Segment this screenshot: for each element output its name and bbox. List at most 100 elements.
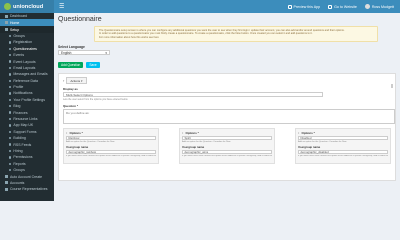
circle-icon	[9, 85, 12, 89]
usergroup-input[interactable]: demographic_disabled	[298, 149, 388, 155]
logo[interactable]: unioncloud	[0, 0, 54, 13]
alert-line-3[interactable]: For more information about how this work…	[99, 36, 373, 39]
circle-icon	[9, 47, 12, 50]
sidebar: Dashboard Home Setup Groups Registration Ques…	[0, 13, 54, 201]
sidebar-item-label: Email Layouts	[13, 65, 36, 70]
logo-text: unioncloud	[13, 3, 44, 10]
info-alert: The Questionnaire setup screen is where …	[94, 26, 378, 42]
display-as-help: Lets the user select from the options yo…	[63, 98, 128, 102]
save-button[interactable]: Save	[86, 62, 100, 69]
option-header: ↕ Options *	[298, 131, 388, 135]
option-box: ↕ Options * Spirit Add an option for the Qu…	[179, 128, 275, 165]
options-columns: ↕ Options * Rainbow Add an option for the Q…	[63, 128, 391, 165]
preview-app-link[interactable]: Preview this App	[287, 4, 321, 9]
option-help: Add an option for the Question - Freedom…	[182, 141, 231, 144]
option-value-input[interactable]: Rainbow	[66, 135, 156, 141]
chevron-down-icon: ▾	[81, 78, 83, 83]
menu-item-icon	[5, 187, 8, 191]
go-to-website-link[interactable]: Go to Website	[328, 4, 357, 9]
sidebar-item-label: Events	[13, 53, 25, 58]
circle-icon	[9, 41, 12, 44]
language-select-value: English	[61, 50, 72, 55]
action-buttons: Add Question Save	[58, 62, 396, 69]
usergroup-input[interactable]: demographic_aims	[182, 149, 272, 155]
option-value-input[interactable]: Disabled	[298, 135, 388, 141]
sidebar-item-label: Reports	[13, 161, 26, 166]
globe-icon	[328, 4, 333, 9]
question-panel-header: › Actions ▾	[63, 77, 391, 85]
display-as-select[interactable]: Multi-Select Options	[63, 92, 323, 98]
hamburger-icon[interactable]: ☰	[59, 3, 64, 10]
preview-app-label: Preview this App	[293, 4, 321, 9]
display-as-label: Display as	[63, 87, 78, 92]
menu-item-icon	[5, 21, 8, 25]
preview-icon	[287, 4, 292, 9]
menu-item-icon	[5, 181, 8, 185]
option-value-input[interactable]: Spirit	[182, 135, 272, 141]
user-name: Ross Mudgett	[371, 4, 394, 9]
option-header: ↕ Options *	[66, 131, 156, 135]
usergroup-input[interactable]: demographic_rainbow	[66, 149, 156, 155]
sidebar-item-label: Questionnaires	[13, 46, 37, 51]
question-label: Question *	[63, 104, 79, 109]
sidebar-item-label: Finances	[13, 110, 28, 115]
top-right-menu: Preview this App Go to Website Ross Mudg…	[287, 4, 400, 9]
sidebar-item-label: Accounts	[10, 180, 25, 185]
sidebar-item-label: Blog	[13, 104, 21, 109]
question-textarea[interactable]: Do you define as:	[63, 109, 395, 125]
circle-icon	[9, 149, 12, 153]
sidebar-item-label: App Map UK	[13, 123, 34, 128]
option-header-label: Options *	[185, 130, 199, 135]
language-select[interactable]: English ▾	[58, 50, 110, 56]
menu-item-icon	[5, 28, 8, 32]
usergroup-help: If you want users who choose this option…	[182, 154, 272, 157]
circle-icon	[9, 156, 12, 159]
sidebar-item-label: Building	[13, 136, 26, 141]
add-question-button[interactable]: Add Question	[58, 62, 84, 69]
circle-icon	[9, 137, 12, 140]
top-navbar: unioncloud ☰ Preview this App Go to Webs…	[0, 0, 400, 13]
option-box: ↕ Options * Disabled Add an option for the …	[295, 128, 391, 165]
sidebar-item[interactable]: Home	[0, 19, 54, 27]
select-language-label: Select Language	[58, 44, 85, 49]
sidebar-item-label: RSS Feeds	[13, 142, 32, 147]
logo-mark-icon	[4, 3, 11, 10]
circle-icon	[9, 143, 12, 146]
sidebar-item-label: Hiring	[13, 149, 23, 153]
collapse-caret-icon[interactable]: ›	[63, 78, 64, 83]
sidebar-item-label: Auto Account Create	[10, 174, 43, 179]
drag-handle-icon[interactable]: ↕	[298, 131, 300, 135]
menu-item-icon	[5, 175, 8, 179]
usergroup-label: Usergroup name	[298, 144, 321, 149]
sidebar-item-label: Reference Data	[13, 78, 38, 83]
drag-handle-icon[interactable]: ↕	[66, 131, 68, 135]
circle-icon	[9, 111, 12, 114]
circle-icon	[9, 53, 12, 57]
option-help: Add an option for the Question - Freedom…	[66, 141, 115, 144]
circle-icon	[9, 66, 12, 70]
circle-icon	[9, 124, 12, 127]
question-panel: › Actions ▾ Display as Multi-Select Opti…	[58, 73, 396, 182]
user-menu[interactable]: Ross Mudgett	[364, 4, 394, 9]
chevron-down-icon: ▾	[105, 50, 107, 55]
main-content: Questionnaire The Questionnaire setup sc…	[54, 13, 400, 201]
sidebar-item-label: Event Layouts	[13, 59, 36, 64]
scroll-handle[interactable]	[391, 84, 393, 89]
sidebar-item[interactable]: Course Representatives	[0, 186, 54, 192]
circle-icon	[9, 130, 12, 134]
circle-icon	[9, 34, 12, 38]
sidebar-item-label: Course Representatives	[10, 187, 48, 192]
actions-dropdown-button[interactable]: Actions ▾	[66, 77, 87, 85]
usergroup-help: If you want users who choose this option…	[298, 154, 388, 157]
sidebar-item-label: Dashboard	[10, 14, 28, 19]
usergroup-label: Usergroup name	[66, 144, 89, 149]
sidebar-item-label: Messages and Emails	[13, 72, 48, 77]
sidebar-item-label: Registration	[13, 40, 33, 45]
actions-label: Actions	[70, 78, 81, 83]
sidebar-item-label: Resource Links	[13, 117, 38, 122]
drag-handle-icon[interactable]: ↕	[182, 131, 184, 135]
circle-icon	[9, 168, 12, 172]
option-header-label: Options *	[69, 130, 83, 135]
circle-icon	[9, 60, 12, 63]
circle-icon	[9, 162, 12, 165]
